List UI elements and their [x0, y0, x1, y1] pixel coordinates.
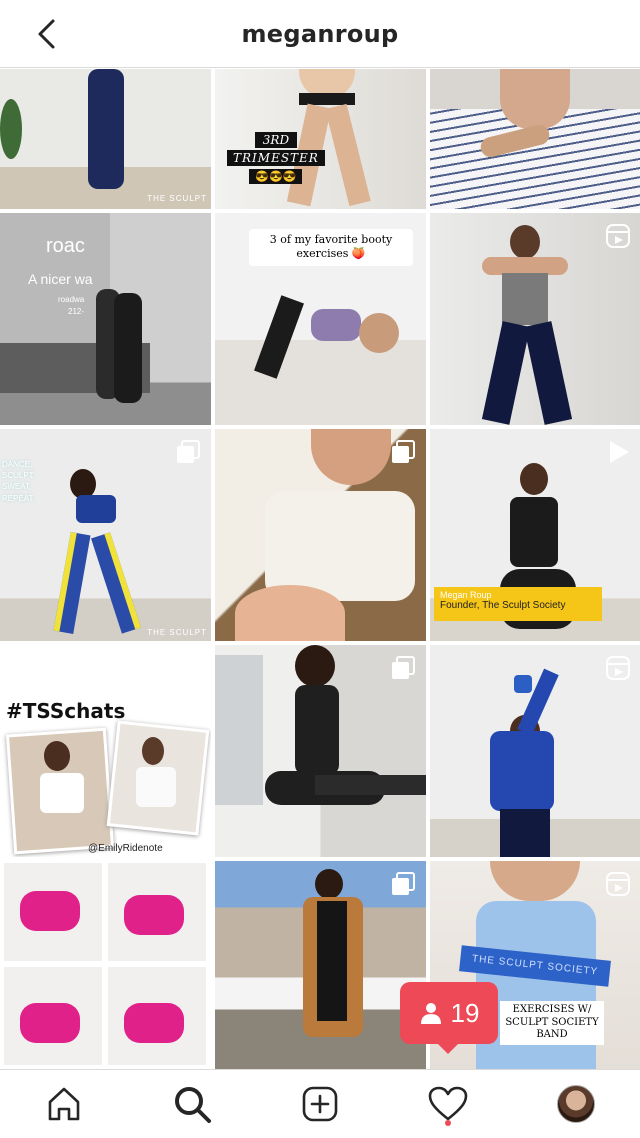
reels-icon: [606, 872, 630, 896]
tab-profile[interactable]: [548, 1076, 604, 1132]
tab-search[interactable]: [164, 1076, 220, 1132]
post-tile-5[interactable]: 3 of my favorite booty exercises 🍑: [215, 213, 426, 425]
hashtag-text: #TSSchats: [6, 699, 126, 723]
post-tile-14[interactable]: [215, 861, 426, 1069]
name-lower-third: Megan Roup Founder, The Sculpt Society: [434, 587, 602, 621]
add-post-icon: [302, 1086, 338, 1122]
post-tile-8[interactable]: [215, 429, 426, 641]
post-tile-4[interactable]: roac A nicer wa roadwa 212-: [0, 213, 211, 425]
post-tile-11[interactable]: [215, 645, 426, 857]
carousel-icon: [392, 872, 415, 895]
tab-new-post[interactable]: [292, 1076, 348, 1132]
heart-icon: [428, 1086, 468, 1121]
neon-sign: DANCE, SCULPT, SWEAT, REPEAT.: [2, 460, 35, 503]
tab-activity[interactable]: [420, 1076, 476, 1132]
trimester-label: 3RD TRIMESTER 😎😎😎: [227, 131, 325, 185]
posts-grid: THE SCULPT 3RD TRIMESTER 😎😎😎 roac A nice…: [0, 69, 640, 1069]
profile-header: meganroup: [0, 0, 640, 68]
post-tile-1[interactable]: THE SCULPT: [0, 69, 211, 209]
notification-count: 19: [450, 997, 480, 1028]
reels-icon: [606, 224, 630, 248]
bottom-tab-bar: [0, 1069, 640, 1138]
post-caption: THE SCULPT: [147, 194, 207, 203]
back-button[interactable]: [28, 16, 64, 52]
post-caption: EXERCISES W/ SCULPT SOCIETY BAND: [500, 1001, 604, 1045]
handle-text: @EmilyRidenote: [88, 843, 163, 854]
post-tile-6[interactable]: [430, 213, 640, 425]
post-tile-3[interactable]: [430, 69, 640, 209]
lower-third-name: Megan Roup: [440, 590, 492, 600]
chevron-left-icon: [38, 19, 55, 49]
post-tile-7[interactable]: DANCE, SCULPT, SWEAT, REPEAT. THE SCULPT: [0, 429, 211, 641]
truck-slogan: A nicer wa: [28, 271, 93, 287]
username-title: meganroup: [241, 19, 399, 48]
search-icon: [175, 1087, 211, 1123]
truck-url: roadwa: [58, 295, 85, 304]
post-tile-9[interactable]: Megan Roup Founder, The Sculpt Society: [430, 429, 640, 641]
truck-brand: roac: [46, 235, 85, 257]
post-tile-12[interactable]: [430, 645, 640, 857]
post-tile-10[interactable]: #TSSchats @EmilyRidenote: [0, 645, 211, 857]
reels-icon: [606, 656, 630, 680]
activity-dot: [445, 1120, 451, 1126]
profile-avatar: [557, 1085, 595, 1123]
carousel-icon: [392, 440, 415, 463]
person-icon: [420, 1003, 441, 1024]
carousel-icon: [177, 440, 200, 463]
truck-phone: 212-: [68, 307, 85, 316]
post-tile-2[interactable]: 3RD TRIMESTER 😎😎😎: [215, 69, 426, 209]
home-icon: [48, 1087, 80, 1121]
post-tile-13[interactable]: [0, 861, 211, 1069]
post-caption: THE SCULPT: [147, 628, 207, 637]
tab-home[interactable]: [36, 1076, 92, 1132]
follower-notification[interactable]: 19: [400, 982, 498, 1054]
post-caption: 3 of my favorite booty exercises 🍑: [249, 229, 413, 266]
carousel-icon: [392, 656, 415, 679]
play-icon: [610, 441, 629, 463]
lower-third-role: Founder, The Sculpt Society: [440, 600, 566, 611]
